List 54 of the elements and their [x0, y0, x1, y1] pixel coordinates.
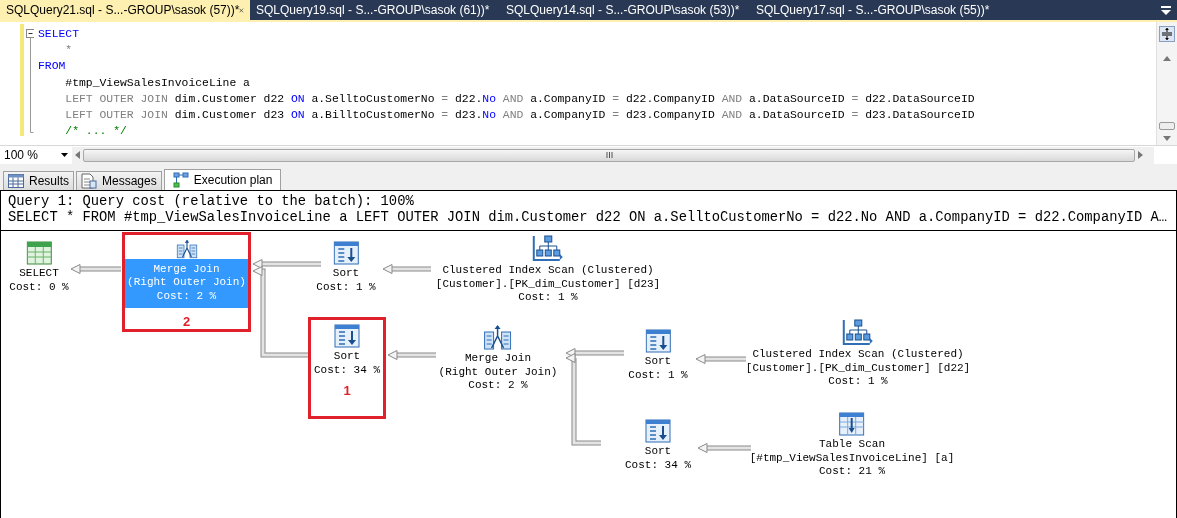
code-line: LEFT OUTER JOIN dim.Customer d23 ON a.BilltoCustomerNo = d23.No AND a.CompanyID = d23.CompanyID AND a.DataSourceID = d23.DataSourceID — [64, 107, 976, 123]
flow-arrow — [70, 264, 121, 274]
splitter-icon[interactable] — [1159, 26, 1175, 42]
plan-icon — [172, 172, 189, 188]
callout-number: 2 — [182, 314, 191, 329]
scroll-up-icon[interactable] — [1163, 56, 1171, 61]
code-line: LEFT OUTER JOIN dim.Customer d22 ON a.SelltoCustomerNo = d22.No AND a.CompanyID = d22.CompanyID AND a.DataSourceID = d22.DataSourceID — [64, 91, 976, 107]
sort-icon — [645, 329, 671, 353]
grid-icon — [8, 174, 24, 188]
operator-label[interactable]: Sort Cost: 34 % — [625, 445, 691, 472]
code-line: #tmp_ViewSalesInvoiceLine a — [64, 75, 251, 91]
flow-arrow — [387, 350, 436, 360]
sort-icon — [334, 324, 360, 348]
result-tab[interactable]: Execution plan — [163, 169, 282, 190]
code-line: * — [64, 43, 74, 59]
caret-icon — [61, 153, 68, 157]
table-scan-icon — [839, 412, 865, 436]
flow-arrow — [697, 443, 751, 453]
sort-icon — [645, 419, 671, 443]
operator-label[interactable]: Sort Cost: 34 % — [314, 350, 380, 377]
document-tab[interactable]: SQLQuery21.sql - S...-GROUP\sasok (57))* — [0, 0, 250, 20]
operator-label[interactable]: SELECT Cost: 0 % — [9, 267, 69, 294]
scroll-down-icon[interactable] — [1163, 136, 1171, 141]
operator-label[interactable]: Sort Cost: 1 % — [628, 355, 688, 382]
operator-label[interactable]: Sort Cost: 1 % — [316, 267, 376, 294]
hierarchy-icon — [842, 318, 874, 346]
hierarchy-icon — [532, 234, 564, 262]
operator-label[interactable]: Merge Join (Right Outer Join) Cost: 2 % — [438, 352, 558, 393]
merge-join-icon — [484, 324, 512, 350]
result-tab[interactable]: Messages — [76, 171, 162, 190]
table-icon — [26, 241, 52, 265]
query-text: SELECT * FROM #tmp_ViewSalesInvoiceLine a LEFT OUTER JOIN dim.Customer d22 ON a.SelltoCustomerNo = d22.No AND a.CompanyID = d22.CompanyID A… — [8, 210, 1169, 226]
dropdown-icon[interactable] — [1161, 5, 1171, 15]
code-line: SELECT — [38, 27, 80, 42]
code-line: FROM — [38, 59, 67, 75]
flow-arrow — [695, 354, 746, 364]
scroll-thumb[interactable] — [83, 148, 1135, 162]
scroll-right-icon[interactable] — [1138, 151, 1143, 159]
sort-icon — [333, 241, 359, 265]
document-tab[interactable]: SQLQuery19.sql - S...-GROUP\sasok (61))* — [250, 0, 500, 20]
operator-label[interactable]: Clustered Index Scan (Clustered) [Customer].[PK_dim_Customer] [d22] Cost: 1 % — [745, 348, 971, 389]
scroll-left-icon[interactable] — [75, 151, 80, 159]
document-tab[interactable]: SQLQuery14.sql - S...-GROUP\sasok (53))* — [500, 0, 750, 20]
flow-arrow — [382, 264, 431, 274]
result-tab[interactable]: Results — [3, 171, 74, 190]
code-line: /* ... */ — [64, 124, 128, 140]
document-icon — [81, 173, 97, 189]
close-icon[interactable] — [239, 5, 244, 15]
operator-label[interactable]: Clustered Index Scan (Clustered) [Customer].[PK_dim_Customer] [d23] Cost: 1 % — [435, 264, 661, 305]
scroll-thumb[interactable] — [1159, 122, 1175, 130]
operator-label[interactable]: Table Scan [#tmp_ViewSalesInvoiceLine] [a] Cost: 21 % — [749, 438, 955, 479]
document-tab[interactable]: SQLQuery17.sql - S...-GROUP\sasok (55))* — [750, 0, 1000, 20]
query-text: Query 1: Query cost (relative to the batch): 100% — [8, 194, 415, 210]
callout-number: 1 — [343, 383, 351, 398]
